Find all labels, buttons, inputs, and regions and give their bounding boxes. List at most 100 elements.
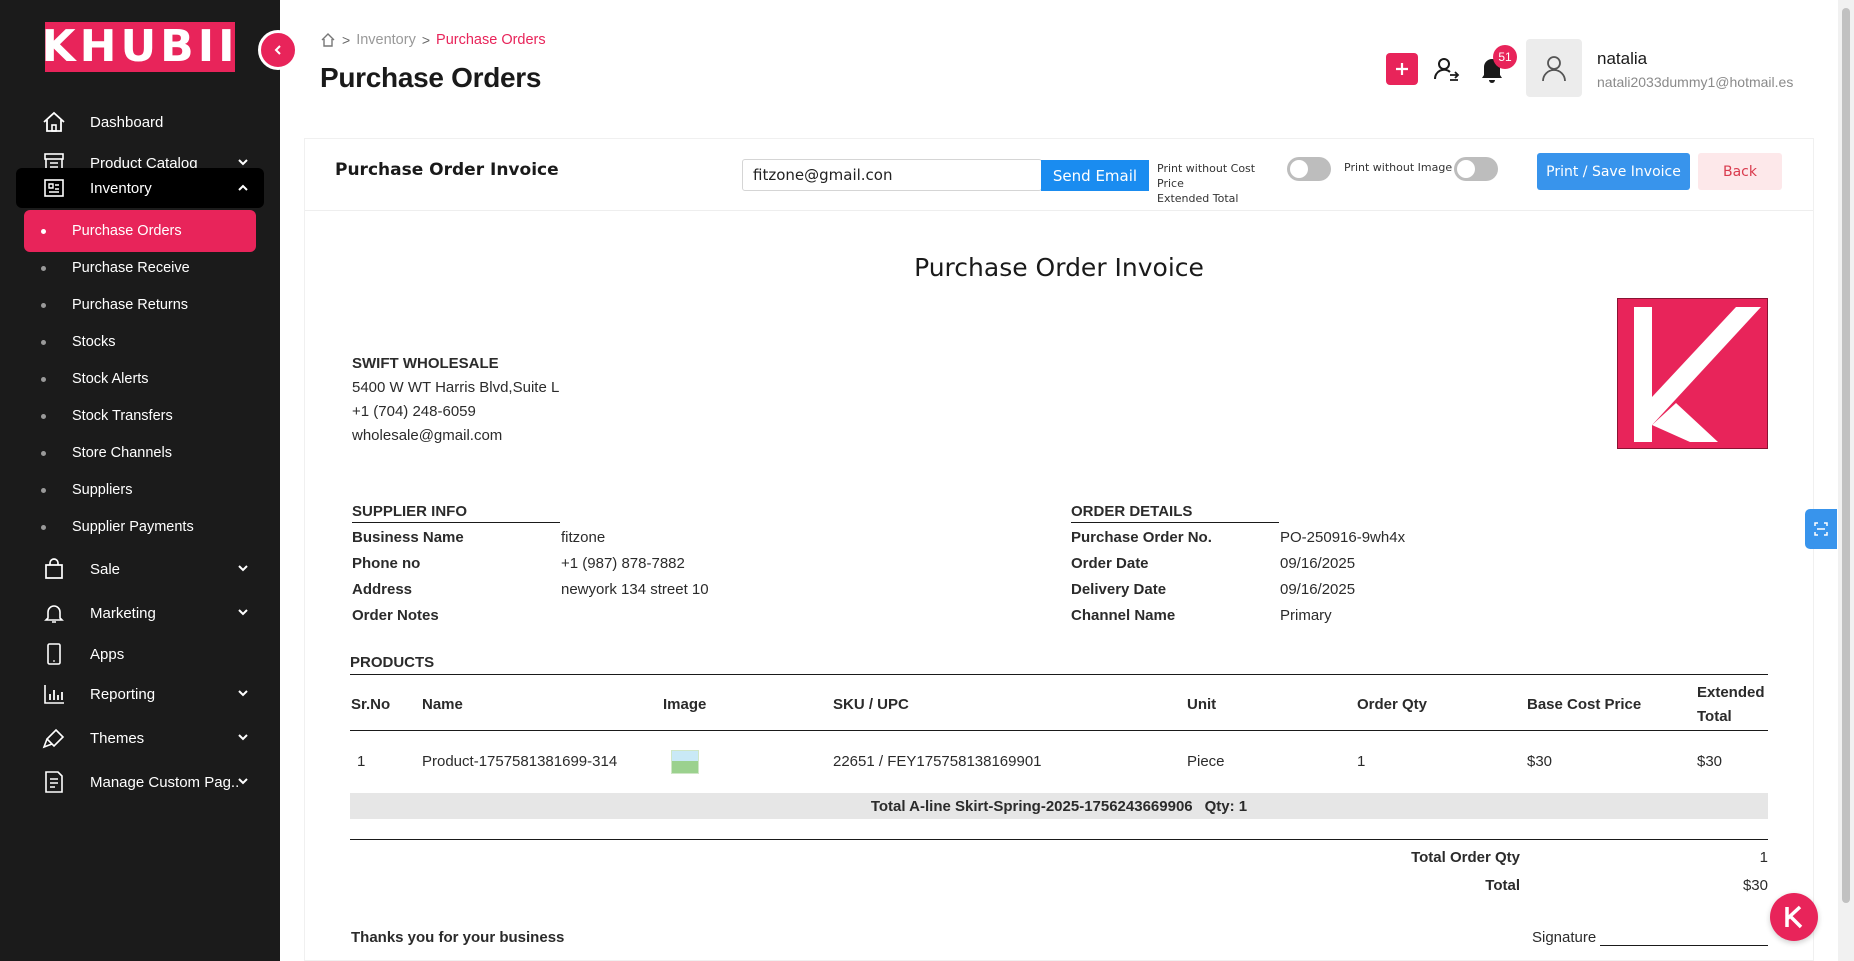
bullet-icon (41, 525, 46, 530)
total-value: $30 (1742, 877, 1768, 894)
sidebar-item-marketing[interactable]: Marketing (16, 591, 264, 635)
sidebar-item-sale[interactable]: Sale (16, 547, 264, 591)
divider (350, 730, 1768, 731)
chevron-right-icon: > (421, 32, 431, 48)
breadcrumb-current: Purchase Orders (436, 32, 546, 48)
sidebar-subitem-label: Purchase Orders (72, 223, 182, 239)
add-button[interactable] (1386, 53, 1418, 85)
chevron-down-icon (238, 609, 248, 616)
avatar[interactable] (1526, 39, 1582, 97)
sidebar-item-dashboard[interactable]: Dashboard (16, 100, 264, 144)
product-thumbnail (671, 750, 699, 774)
sidebar-subitem-label: Suppliers (72, 482, 133, 498)
chevron-down-icon (238, 734, 248, 741)
send-email-button[interactable]: Send Email (1041, 160, 1149, 191)
company-phone: +1 (704) 248-6059 (352, 403, 476, 420)
invoice-logo (1617, 298, 1768, 449)
sidebar-collapse-button[interactable] (258, 30, 298, 70)
breadcrumb: > Inventory > Purchase Orders (320, 32, 546, 48)
column-header: Image (663, 696, 707, 713)
chevron-right-icon: > (342, 32, 351, 48)
inventory-icon (44, 179, 64, 197)
order-key: Purchase Order No. (1071, 529, 1212, 546)
supplier-key: Business Name (352, 529, 464, 546)
user-switch-button[interactable] (1430, 53, 1462, 85)
supplier-key: Order Notes (352, 607, 439, 624)
sidebar-subitem-supplier-payments[interactable]: Supplier Payments (24, 506, 256, 548)
sidebar-item-apps[interactable]: Apps (16, 632, 264, 676)
sidebar-item-label: Themes (90, 729, 145, 747)
bar-chart-icon (44, 685, 64, 704)
total-order-qty-value: 1 (1759, 849, 1768, 866)
khubii-assistant-button[interactable] (1770, 893, 1818, 941)
column-header: Name (422, 696, 463, 713)
k-logo-icon (1618, 299, 1767, 448)
email-input[interactable] (742, 159, 1042, 191)
breadcrumb-parent[interactable]: Inventory (356, 32, 416, 48)
back-button[interactable]: Back (1698, 153, 1782, 190)
column-header: Extended (1697, 684, 1765, 701)
user-icon (1542, 56, 1566, 82)
sidebar-subitem-purchase-receive[interactable]: Purchase Receive (24, 247, 256, 289)
sidebar-subitem-stock-alerts[interactable]: Stock Alerts (24, 358, 256, 400)
cell-extended-total: $30 (1697, 753, 1723, 770)
sidebar-item-label: Apps (90, 645, 125, 663)
bullet-icon (41, 229, 46, 234)
k-logo-icon (1785, 905, 1803, 929)
sidebar-item-label: Inventory (90, 179, 152, 197)
sidebar-item-label: Marketing (90, 604, 156, 622)
bell-icon (44, 605, 64, 623)
order-key: Order Date (1071, 555, 1149, 572)
screenshot-tool-tab[interactable] (1805, 509, 1837, 549)
scroll-thumb[interactable] (1842, 8, 1850, 903)
sidebar-subitem-stocks[interactable]: Stocks (24, 321, 256, 363)
bullet-icon (41, 266, 46, 271)
sidebar-item-manage-custom-pages[interactable]: Manage Custom Pag.. (16, 760, 264, 804)
brand-logo[interactable]: KHUBII (42, 22, 235, 72)
sidebar-subitem-stock-transfers[interactable]: Stock Transfers (24, 395, 256, 437)
page-icon (45, 771, 63, 793)
sidebar-item-themes[interactable]: Themes (16, 716, 264, 760)
cell-unit: Piece (1187, 753, 1225, 770)
toggle-knob (1457, 160, 1475, 178)
column-header: Total (1697, 708, 1732, 725)
sidebar-item-label: Manage Custom Pag.. (90, 773, 240, 791)
sidebar-subitem-purchase-orders[interactable]: Purchase Orders (24, 210, 256, 252)
page-title: Purchase Orders (320, 62, 542, 93)
print-save-invoice-button[interactable]: Print / Save Invoice (1537, 153, 1690, 190)
sidebar-subitem-store-channels[interactable]: Store Channels (24, 432, 256, 474)
home-icon[interactable] (320, 32, 336, 48)
page-scrollbar[interactable] (1838, 0, 1854, 961)
toggle-knob (1290, 160, 1308, 178)
supplier-value: newyork 134 street 10 (561, 581, 709, 598)
group-total-label: Total A-line Skirt-Spring-2025-175624366… (870, 797, 1193, 815)
sidebar-subitem-label: Purchase Returns (72, 297, 189, 313)
user-switch-icon (1433, 58, 1460, 81)
cell-sku: 22651 / FEY175758138169901 (833, 753, 1042, 770)
total-label: Total (1485, 877, 1520, 894)
sidebar-item-label: Dashboard (90, 113, 164, 131)
sidebar-subitem-purchase-returns[interactable]: Purchase Returns (24, 284, 256, 326)
column-header: Sr.No (351, 696, 391, 713)
group-total-row: Total A-line Skirt-Spring-2025-175624366… (350, 793, 1768, 819)
cell-base-cost: $30 (1527, 753, 1553, 770)
sidebar-subitem-suppliers[interactable]: Suppliers (24, 469, 256, 511)
bullet-icon (41, 414, 46, 419)
sidebar-item-inventory[interactable]: Inventory (16, 168, 264, 208)
thanks-note: Thanks you for your business (351, 929, 565, 946)
toggle-label-cost-price: Print without Cost Price Extended Total (1157, 161, 1282, 206)
order-key: Delivery Date (1071, 581, 1167, 598)
print-without-cost-toggle[interactable] (1287, 157, 1331, 181)
toggle-label-image: Print without Image (1344, 161, 1453, 174)
bullet-icon (41, 340, 46, 345)
capture-icon (1814, 522, 1828, 536)
sidebar-subitem-label: Stock Alerts (72, 371, 149, 387)
sidebar-item-reporting[interactable]: Reporting (16, 672, 264, 716)
chevron-left-icon (274, 45, 281, 55)
column-header: Order Qty (1357, 696, 1428, 713)
cell-name: Product-1757581381699-314 (422, 753, 618, 770)
plus-icon (1396, 63, 1408, 75)
print-without-image-toggle[interactable] (1454, 157, 1498, 181)
company-name: SWIFT WHOLESALE (352, 355, 499, 372)
toggle-label-line: Print without Cost Price (1157, 162, 1256, 190)
